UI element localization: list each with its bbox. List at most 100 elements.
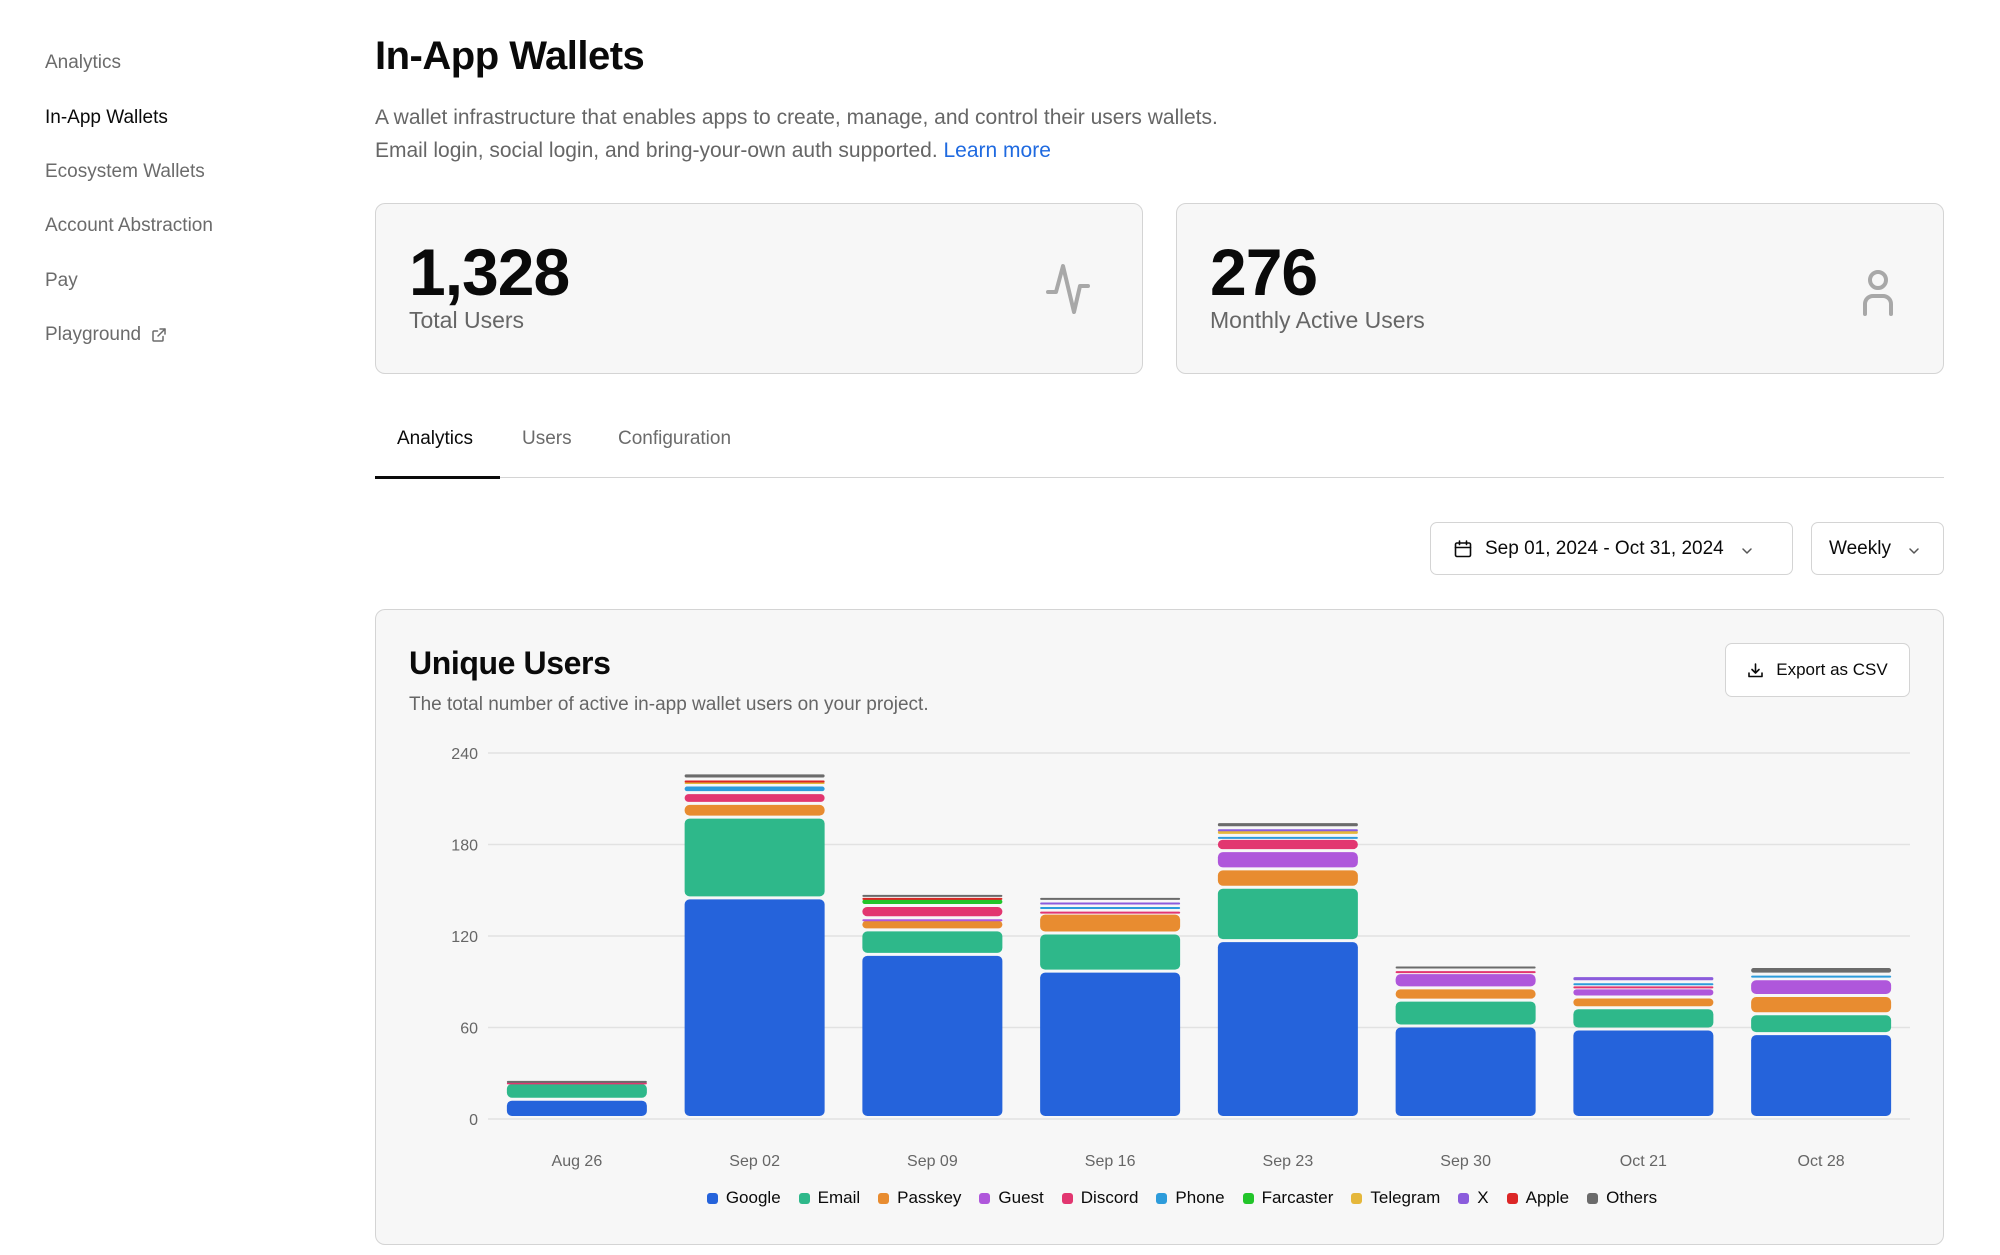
- bar-stack[interactable]: [862, 894, 1003, 1116]
- legend-item-guest[interactable]: Guest: [979, 1188, 1044, 1208]
- y-tick-label: 240: [451, 746, 478, 763]
- bar-segment-passkey[interactable]: [1395, 989, 1536, 999]
- legend-item-others[interactable]: Others: [1587, 1188, 1657, 1208]
- bar-segment-google[interactable]: [862, 955, 1003, 1116]
- bar-segment-others[interactable]: [862, 894, 1003, 897]
- bar-segment-apple[interactable]: [862, 897, 1003, 900]
- legend-swatch: [1587, 1192, 1599, 1204]
- bar-segment-others[interactable]: [1751, 968, 1892, 973]
- bar-segment-email[interactable]: [1751, 1015, 1892, 1033]
- bar-segment-email[interactable]: [862, 931, 1003, 953]
- bar-segment-discord[interactable]: [1040, 911, 1181, 914]
- download-icon: [1748, 662, 1764, 677]
- bar-segment-email[interactable]: [1573, 1009, 1714, 1028]
- x-tick-label: Sep 30: [1440, 1153, 1491, 1170]
- legend-label: Farcaster: [1261, 1188, 1334, 1207]
- bar-stack[interactable]: [1217, 823, 1358, 1116]
- legend-label: Phone: [1175, 1188, 1225, 1207]
- legend-item-google[interactable]: Google: [706, 1188, 781, 1208]
- bar-segment-discord[interactable]: [1395, 971, 1536, 974]
- bar-segment-phone[interactable]: [1217, 836, 1358, 839]
- bar-segment-google[interactable]: [1751, 1035, 1892, 1116]
- legend-item-passkey[interactable]: Passkey: [878, 1188, 961, 1208]
- activity-icon: [1044, 256, 1108, 320]
- tab-configuration[interactable]: Configuration: [618, 428, 731, 450]
- bar-segment-phone[interactable]: [1573, 983, 1714, 986]
- legend-item-email[interactable]: Email: [798, 1188, 860, 1208]
- bar-segment-email[interactable]: [1040, 934, 1181, 970]
- tab-analytics[interactable]: Analytics: [397, 428, 473, 450]
- bar-segment-discord[interactable]: [862, 907, 1003, 917]
- export-csv-button[interactable]: Export as CSV: [1725, 643, 1910, 697]
- bar-segment-passkey[interactable]: [1751, 997, 1892, 1013]
- legend-swatch: [1458, 1192, 1470, 1204]
- chart-title: Unique Users: [409, 645, 611, 681]
- bar-segment-guest[interactable]: [862, 919, 1003, 922]
- legend-item-x[interactable]: X: [1458, 1188, 1489, 1208]
- sidebar-item-account-abstraction[interactable]: Account Abstraction: [45, 199, 345, 253]
- legend-item-farcaster[interactable]: Farcaster: [1242, 1188, 1334, 1208]
- legend-item-telegram[interactable]: Telegram: [1351, 1188, 1440, 1208]
- sidebar-item-label: Analytics: [45, 52, 122, 74]
- bar-segment-passkey[interactable]: [1217, 870, 1358, 886]
- stat-label: Total Users: [409, 307, 525, 333]
- date-range-value: Sep 01, 2024 - Oct 31, 2024: [1485, 537, 1724, 559]
- sidebar-item-pay[interactable]: Pay: [45, 254, 345, 308]
- bar-segment-x[interactable]: [1573, 977, 1714, 981]
- bar-segment-guest[interactable]: [1395, 974, 1536, 987]
- legend-label: Others: [1606, 1188, 1658, 1207]
- bar-segment-email[interactable]: [684, 818, 825, 897]
- sidebar-item-label: In-App Wallets: [45, 106, 168, 128]
- legend-label: Telegram: [1370, 1188, 1441, 1207]
- bar-segment-email[interactable]: [1395, 1001, 1536, 1025]
- legend-item-discord[interactable]: Discord: [1061, 1188, 1138, 1208]
- legend-item-phone[interactable]: Phone: [1156, 1188, 1225, 1208]
- bar-segment-email[interactable]: [506, 1083, 647, 1098]
- sidebar-item-in-app-wallets[interactable]: In-App Wallets: [45, 90, 345, 144]
- legend-item-apple[interactable]: Apple: [1506, 1188, 1569, 1208]
- bar-segment-apple[interactable]: [684, 780, 825, 783]
- bar-segment-guest[interactable]: [1751, 980, 1892, 994]
- sidebar-item-analytics[interactable]: Analytics: [45, 36, 345, 90]
- period-select[interactable]: Weekly: [1811, 522, 1944, 575]
- bar-segment-google[interactable]: [1040, 972, 1181, 1116]
- tab-bar: Analytics Users Configuration: [375, 414, 1944, 479]
- bar-segment-phone[interactable]: [1040, 907, 1181, 910]
- bar-segment-google[interactable]: [506, 1100, 647, 1116]
- bar-stack[interactable]: [1040, 897, 1181, 1116]
- bar-segment-passkey[interactable]: [684, 804, 825, 816]
- bar-segment-guest[interactable]: [1217, 852, 1358, 868]
- bar-segment-others[interactable]: [1040, 897, 1181, 900]
- bar-segment-farcaster[interactable]: [862, 899, 1003, 905]
- bar-segment-google[interactable]: [1395, 1027, 1536, 1117]
- sidebar-item-ecosystem-wallets[interactable]: Ecosystem Wallets: [45, 145, 345, 199]
- bar-segment-others[interactable]: [506, 1080, 647, 1083]
- bar-segment-guest[interactable]: [1573, 989, 1714, 996]
- bar-segment-google[interactable]: [1217, 942, 1358, 1116]
- bar-segment-others[interactable]: [1395, 966, 1536, 969]
- bar-segment-phone[interactable]: [684, 786, 825, 792]
- bar-segment-email[interactable]: [1217, 888, 1358, 940]
- tab-users[interactable]: Users: [522, 428, 572, 450]
- bar-segment-discord[interactable]: [1573, 986, 1714, 989]
- bar-segment-phone[interactable]: [1751, 975, 1892, 978]
- bar-segment-passkey[interactable]: [1573, 998, 1714, 1007]
- bar-segment-discord[interactable]: [1217, 839, 1358, 850]
- bar-segment-discord[interactable]: [684, 794, 825, 802]
- bar-stack[interactable]: [684, 774, 825, 1116]
- bar-segment-x[interactable]: [1040, 902, 1181, 905]
- bar-segment-others[interactable]: [684, 774, 825, 778]
- bar-stack[interactable]: [1751, 968, 1892, 1116]
- bar-segment-google[interactable]: [1573, 1030, 1714, 1116]
- learn-more-link[interactable]: Learn more: [944, 139, 1051, 162]
- bar-segment-passkey[interactable]: [862, 920, 1003, 929]
- legend-label: Guest: [998, 1188, 1044, 1207]
- date-range-picker[interactable]: Sep 01, 2024 - Oct 31, 2024: [1430, 522, 1793, 575]
- legend-swatch: [979, 1192, 991, 1204]
- bar-segment-x[interactable]: [1217, 829, 1358, 832]
- bar-segment-google[interactable]: [684, 899, 825, 1116]
- page-title: In-App Wallets: [375, 34, 645, 78]
- bar-segment-passkey[interactable]: [1040, 914, 1181, 932]
- sidebar-item-playground[interactable]: Playground: [45, 308, 345, 362]
- bar-segment-others[interactable]: [1217, 823, 1358, 827]
